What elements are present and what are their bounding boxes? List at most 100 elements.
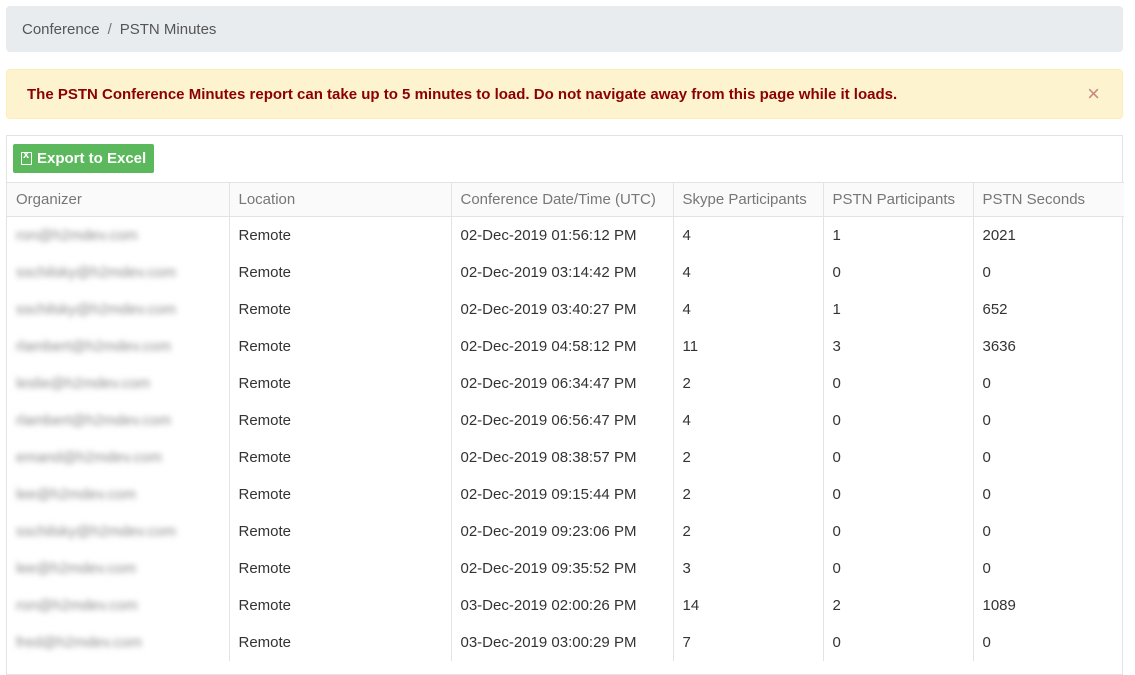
pstn-participants-cell-text: 3 bbox=[832, 337, 841, 355]
organizer-cell-text: lee@h2mdev.com bbox=[16, 559, 136, 577]
file-excel-icon bbox=[21, 149, 32, 165]
organizer-cell: rlambert@h2mdev.com bbox=[7, 401, 230, 439]
pstn-seconds-cell: 0 bbox=[973, 513, 1124, 550]
location-cell: Remote bbox=[229, 586, 452, 624]
pstn-participants-cell: 0 bbox=[823, 253, 974, 291]
organizer-cell: ron@h2mdev.com bbox=[7, 586, 230, 624]
table-row: rlambert@h2mdev.com Remote 02-Dec-2019 04:… bbox=[7, 327, 1124, 365]
organizer-cell-text: emand@h2mdev.com bbox=[16, 448, 162, 466]
pstn-participants-cell-text: 1 bbox=[832, 300, 841, 318]
datetime-cell-text: 02-Dec-2019 06:56:47 PM bbox=[460, 411, 637, 429]
skype-participants-cell-text: 2 bbox=[682, 485, 691, 503]
datetime-cell-text: 02-Dec-2019 03:40:27 PM bbox=[460, 300, 637, 318]
organizer-cell-text: sschilsky@h2mdev.com bbox=[16, 300, 176, 318]
pstn-participants-cell-text: 0 bbox=[832, 633, 841, 651]
pstn-participants-cell-text: 0 bbox=[832, 485, 841, 503]
skype-participants-cell-text: 2 bbox=[682, 522, 691, 540]
datetime-cell-text: 02-Dec-2019 08:38:57 PM bbox=[460, 448, 637, 466]
datetime-cell: 03-Dec-2019 02:00:26 PM bbox=[451, 586, 674, 624]
column-header-datetime[interactable]: Conference Date/Time (UTC) bbox=[451, 182, 674, 217]
column-header-pstn-seconds[interactable]: PSTN Seconds bbox=[973, 182, 1124, 217]
column-header-pstn-participants[interactable]: PSTN Participants bbox=[823, 182, 974, 217]
location-cell-text: Remote bbox=[238, 337, 292, 355]
organizer-cell: emand@h2mdev.com bbox=[7, 438, 230, 476]
skype-participants-cell: 4 bbox=[673, 253, 824, 291]
skype-participants-cell-text: 3 bbox=[682, 559, 691, 577]
pstn-participants-cell-text: 1 bbox=[832, 226, 841, 244]
pstn-participants-cell: 2 bbox=[823, 586, 974, 624]
export-to-excel-button[interactable]: Export to Excel bbox=[13, 144, 155, 173]
organizer-cell: ron@h2mdev.com bbox=[7, 216, 230, 254]
location-cell-text: Remote bbox=[238, 374, 292, 392]
location-cell-text: Remote bbox=[238, 448, 292, 466]
skype-participants-cell: 2 bbox=[673, 512, 824, 550]
skype-participants-cell-text: 4 bbox=[682, 300, 691, 318]
datetime-cell: 02-Dec-2019 09:23:06 PM bbox=[451, 512, 674, 550]
skype-participants-cell-text: 2 bbox=[682, 448, 691, 466]
table-row: sschilsky@h2mdev.com Remote 02-Dec-2019 09… bbox=[7, 512, 1124, 550]
pstn-seconds-cell: 3636 bbox=[973, 328, 1124, 365]
datetime-cell-text: 03-Dec-2019 02:00:26 PM bbox=[460, 596, 637, 614]
pstn-seconds-cell: 0 bbox=[973, 365, 1124, 402]
location-cell: Remote bbox=[229, 364, 452, 402]
location-cell: Remote bbox=[229, 549, 452, 587]
skype-participants-cell-text: 4 bbox=[682, 263, 691, 281]
pstn-participants-cell-text: 0 bbox=[832, 448, 841, 466]
breadcrumb-current: PSTN Minutes bbox=[119, 20, 217, 38]
pstn-participants-cell: 0 bbox=[823, 475, 974, 513]
location-cell-text: Remote bbox=[238, 596, 292, 614]
table-row: lee@h2mdev.com Remote 02-Dec-2019 09:35:52… bbox=[7, 549, 1124, 587]
close-icon[interactable]: × bbox=[1087, 83, 1100, 105]
pstn-seconds-cell-text: 0 bbox=[982, 485, 991, 503]
organizer-cell: fred@h2mdev.com bbox=[7, 623, 230, 661]
skype-participants-cell: 7 bbox=[673, 623, 824, 661]
pstn-seconds-cell-text: 3636 bbox=[982, 337, 1016, 355]
pstn-participants-cell-text: 2 bbox=[832, 596, 841, 614]
column-header-location[interactable]: Location bbox=[229, 182, 452, 217]
table-row: leslie@h2mdev.com Remote 02-Dec-2019 06:34… bbox=[7, 364, 1124, 402]
skype-participants-cell-text: 4 bbox=[682, 226, 691, 244]
datetime-cell: 02-Dec-2019 06:34:47 PM bbox=[451, 364, 674, 402]
location-cell: Remote bbox=[229, 623, 452, 661]
datetime-cell: 02-Dec-2019 09:35:52 PM bbox=[451, 549, 674, 587]
pstn-participants-cell: 0 bbox=[823, 623, 974, 661]
table-row: lee@h2mdev.com Remote 02-Dec-2019 09:15:44… bbox=[7, 475, 1124, 513]
table-row: sschilsky@h2mdev.com Remote 02-Dec-2019 03… bbox=[7, 253, 1124, 291]
organizer-cell: lee@h2mdev.com bbox=[7, 475, 230, 513]
datetime-cell-text: 02-Dec-2019 06:34:47 PM bbox=[460, 374, 637, 392]
location-cell-text: Remote bbox=[238, 226, 292, 244]
skype-participants-cell: 2 bbox=[673, 475, 824, 513]
breadcrumb-conference-link[interactable]: Conference bbox=[22, 21, 100, 38]
pstn-seconds-cell: 0 bbox=[973, 550, 1124, 587]
breadcrumb-separator: / bbox=[107, 20, 112, 38]
pstn-seconds-cell: 0 bbox=[973, 254, 1124, 291]
location-cell: Remote bbox=[229, 253, 452, 291]
pstn-participants-cell: 3 bbox=[823, 327, 974, 365]
table-row: ron@h2mdev.com Remote 02-Dec-2019 01:56:12… bbox=[7, 216, 1124, 254]
datetime-cell: 02-Dec-2019 01:56:12 PM bbox=[451, 216, 674, 254]
export-label: Export to Excel bbox=[37, 150, 147, 167]
pstn-participants-cell: 1 bbox=[823, 216, 974, 254]
location-cell-text: Remote bbox=[238, 522, 292, 540]
location-cell: Remote bbox=[229, 290, 452, 328]
pstn-seconds-cell-text: 0 bbox=[982, 522, 991, 540]
pstn-seconds-cell-text: 0 bbox=[982, 633, 991, 651]
table-body: ron@h2mdev.com Remote 02-Dec-2019 01:56:12… bbox=[7, 216, 1124, 661]
location-cell-text: Remote bbox=[238, 559, 292, 577]
pstn-seconds-cell: 0 bbox=[973, 624, 1124, 661]
location-cell: Remote bbox=[229, 216, 452, 254]
location-cell: Remote bbox=[229, 475, 452, 513]
location-cell-text: Remote bbox=[238, 300, 292, 318]
datetime-cell-text: 02-Dec-2019 09:35:52 PM bbox=[460, 559, 637, 577]
column-header-organizer[interactable]: Organizer bbox=[7, 182, 230, 217]
location-cell-text: Remote bbox=[238, 633, 292, 651]
pstn-seconds-cell: 0 bbox=[973, 476, 1124, 513]
datetime-cell: 02-Dec-2019 03:14:42 PM bbox=[451, 253, 674, 291]
skype-participants-cell-text: 11 bbox=[682, 337, 699, 355]
skype-participants-cell: 2 bbox=[673, 438, 824, 476]
location-cell: Remote bbox=[229, 401, 452, 439]
datetime-cell: 02-Dec-2019 09:15:44 PM bbox=[451, 475, 674, 513]
column-header-skype-participants[interactable]: Skype Participants bbox=[673, 182, 824, 217]
pstn-participants-cell: 0 bbox=[823, 401, 974, 439]
skype-participants-cell-text: 7 bbox=[682, 633, 691, 651]
